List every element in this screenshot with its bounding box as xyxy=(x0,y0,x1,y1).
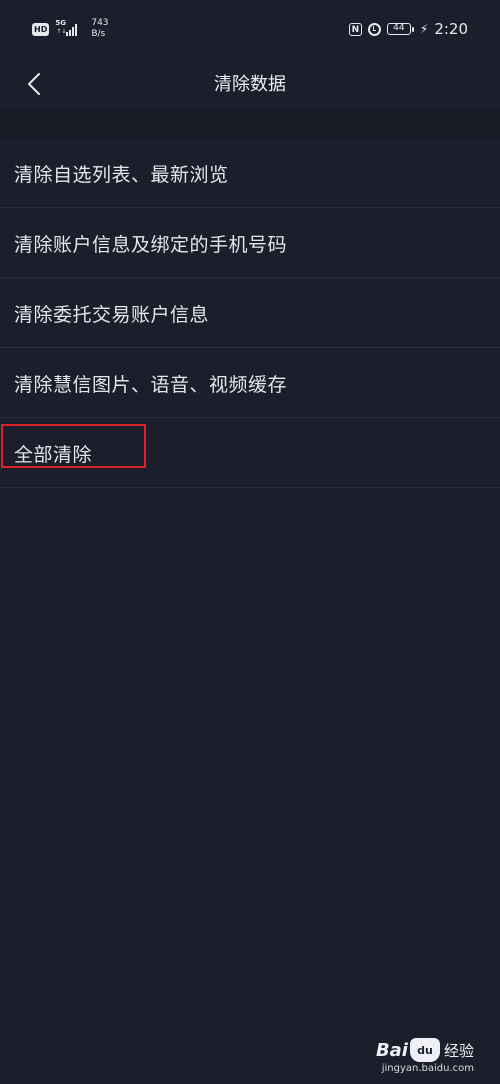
list-item-label: 清除委托交易账户信息 xyxy=(14,304,210,326)
battery-tip xyxy=(411,26,414,32)
network-arrows: ↑↓ xyxy=(56,28,67,35)
alarm-icon xyxy=(367,22,381,36)
screen: HD 5G ↑↓ 743 B/s N 44 ⚡ 2:20 清除数据 清除自选列表… xyxy=(0,0,500,1084)
page-title: 清除数据 xyxy=(214,74,286,95)
nfc-icon: N xyxy=(348,22,362,36)
watermark-bai: Bai xyxy=(375,1039,408,1061)
hd-badge: HD xyxy=(32,22,50,36)
battery-icon: 44 xyxy=(386,23,414,35)
network-speed: 743 B/s xyxy=(91,18,108,40)
list-item-clear-watchlist[interactable]: 清除自选列表、最新浏览 xyxy=(0,138,500,208)
status-bar: HD 5G ↑↓ 743 B/s N 44 ⚡ 2:20 xyxy=(0,0,500,56)
charging-bolt-icon: ⚡ xyxy=(419,22,429,36)
list-item-clear-trading-account[interactable]: 清除委托交易账户信息 xyxy=(0,278,500,348)
network-gen-label: 5G xyxy=(55,19,66,27)
signal-icon: 5G ↑↓ xyxy=(55,19,81,38)
speed-value: 743 xyxy=(91,18,109,28)
status-right: N 44 ⚡ 2:20 xyxy=(348,16,468,42)
section-gap xyxy=(0,110,500,138)
signal-bars xyxy=(66,24,78,36)
list-item-label: 清除慧信图片、语音、视频缓存 xyxy=(14,374,288,396)
list-item-label: 全部清除 xyxy=(14,444,93,466)
list-item-label: 清除自选列表、最新浏览 xyxy=(14,164,229,186)
watermark-jingyan: 经验 xyxy=(443,1041,474,1060)
watermark-url: jingyan.baidu.com xyxy=(381,1063,474,1074)
list-item-clear-all[interactable]: 全部清除 xyxy=(0,418,500,488)
battery-level: 44 xyxy=(386,23,411,35)
baidu-jingyan-watermark: Bai du 经验 jingyan.baidu.com xyxy=(376,1038,474,1074)
list-item-label: 清除账户信息及绑定的手机号码 xyxy=(14,234,288,256)
status-left: HD 5G ↑↓ 743 B/s xyxy=(32,16,109,42)
status-time: 2:20 xyxy=(434,20,468,38)
clear-options-list: 清除自选列表、最新浏览 清除账户信息及绑定的手机号码 清除委托交易账户信息 清除… xyxy=(0,138,500,488)
speed-unit: B/s xyxy=(91,29,106,39)
watermark-brand: Bai du 经验 xyxy=(376,1038,474,1062)
watermark-du: du xyxy=(417,1044,433,1057)
nav-header: 清除数据 xyxy=(0,56,500,110)
list-item-clear-account-info[interactable]: 清除账户信息及绑定的手机号码 xyxy=(0,208,500,278)
list-item-clear-media-cache[interactable]: 清除慧信图片、语音、视频缓存 xyxy=(0,348,500,418)
baidu-paw-icon: du xyxy=(409,1038,440,1062)
